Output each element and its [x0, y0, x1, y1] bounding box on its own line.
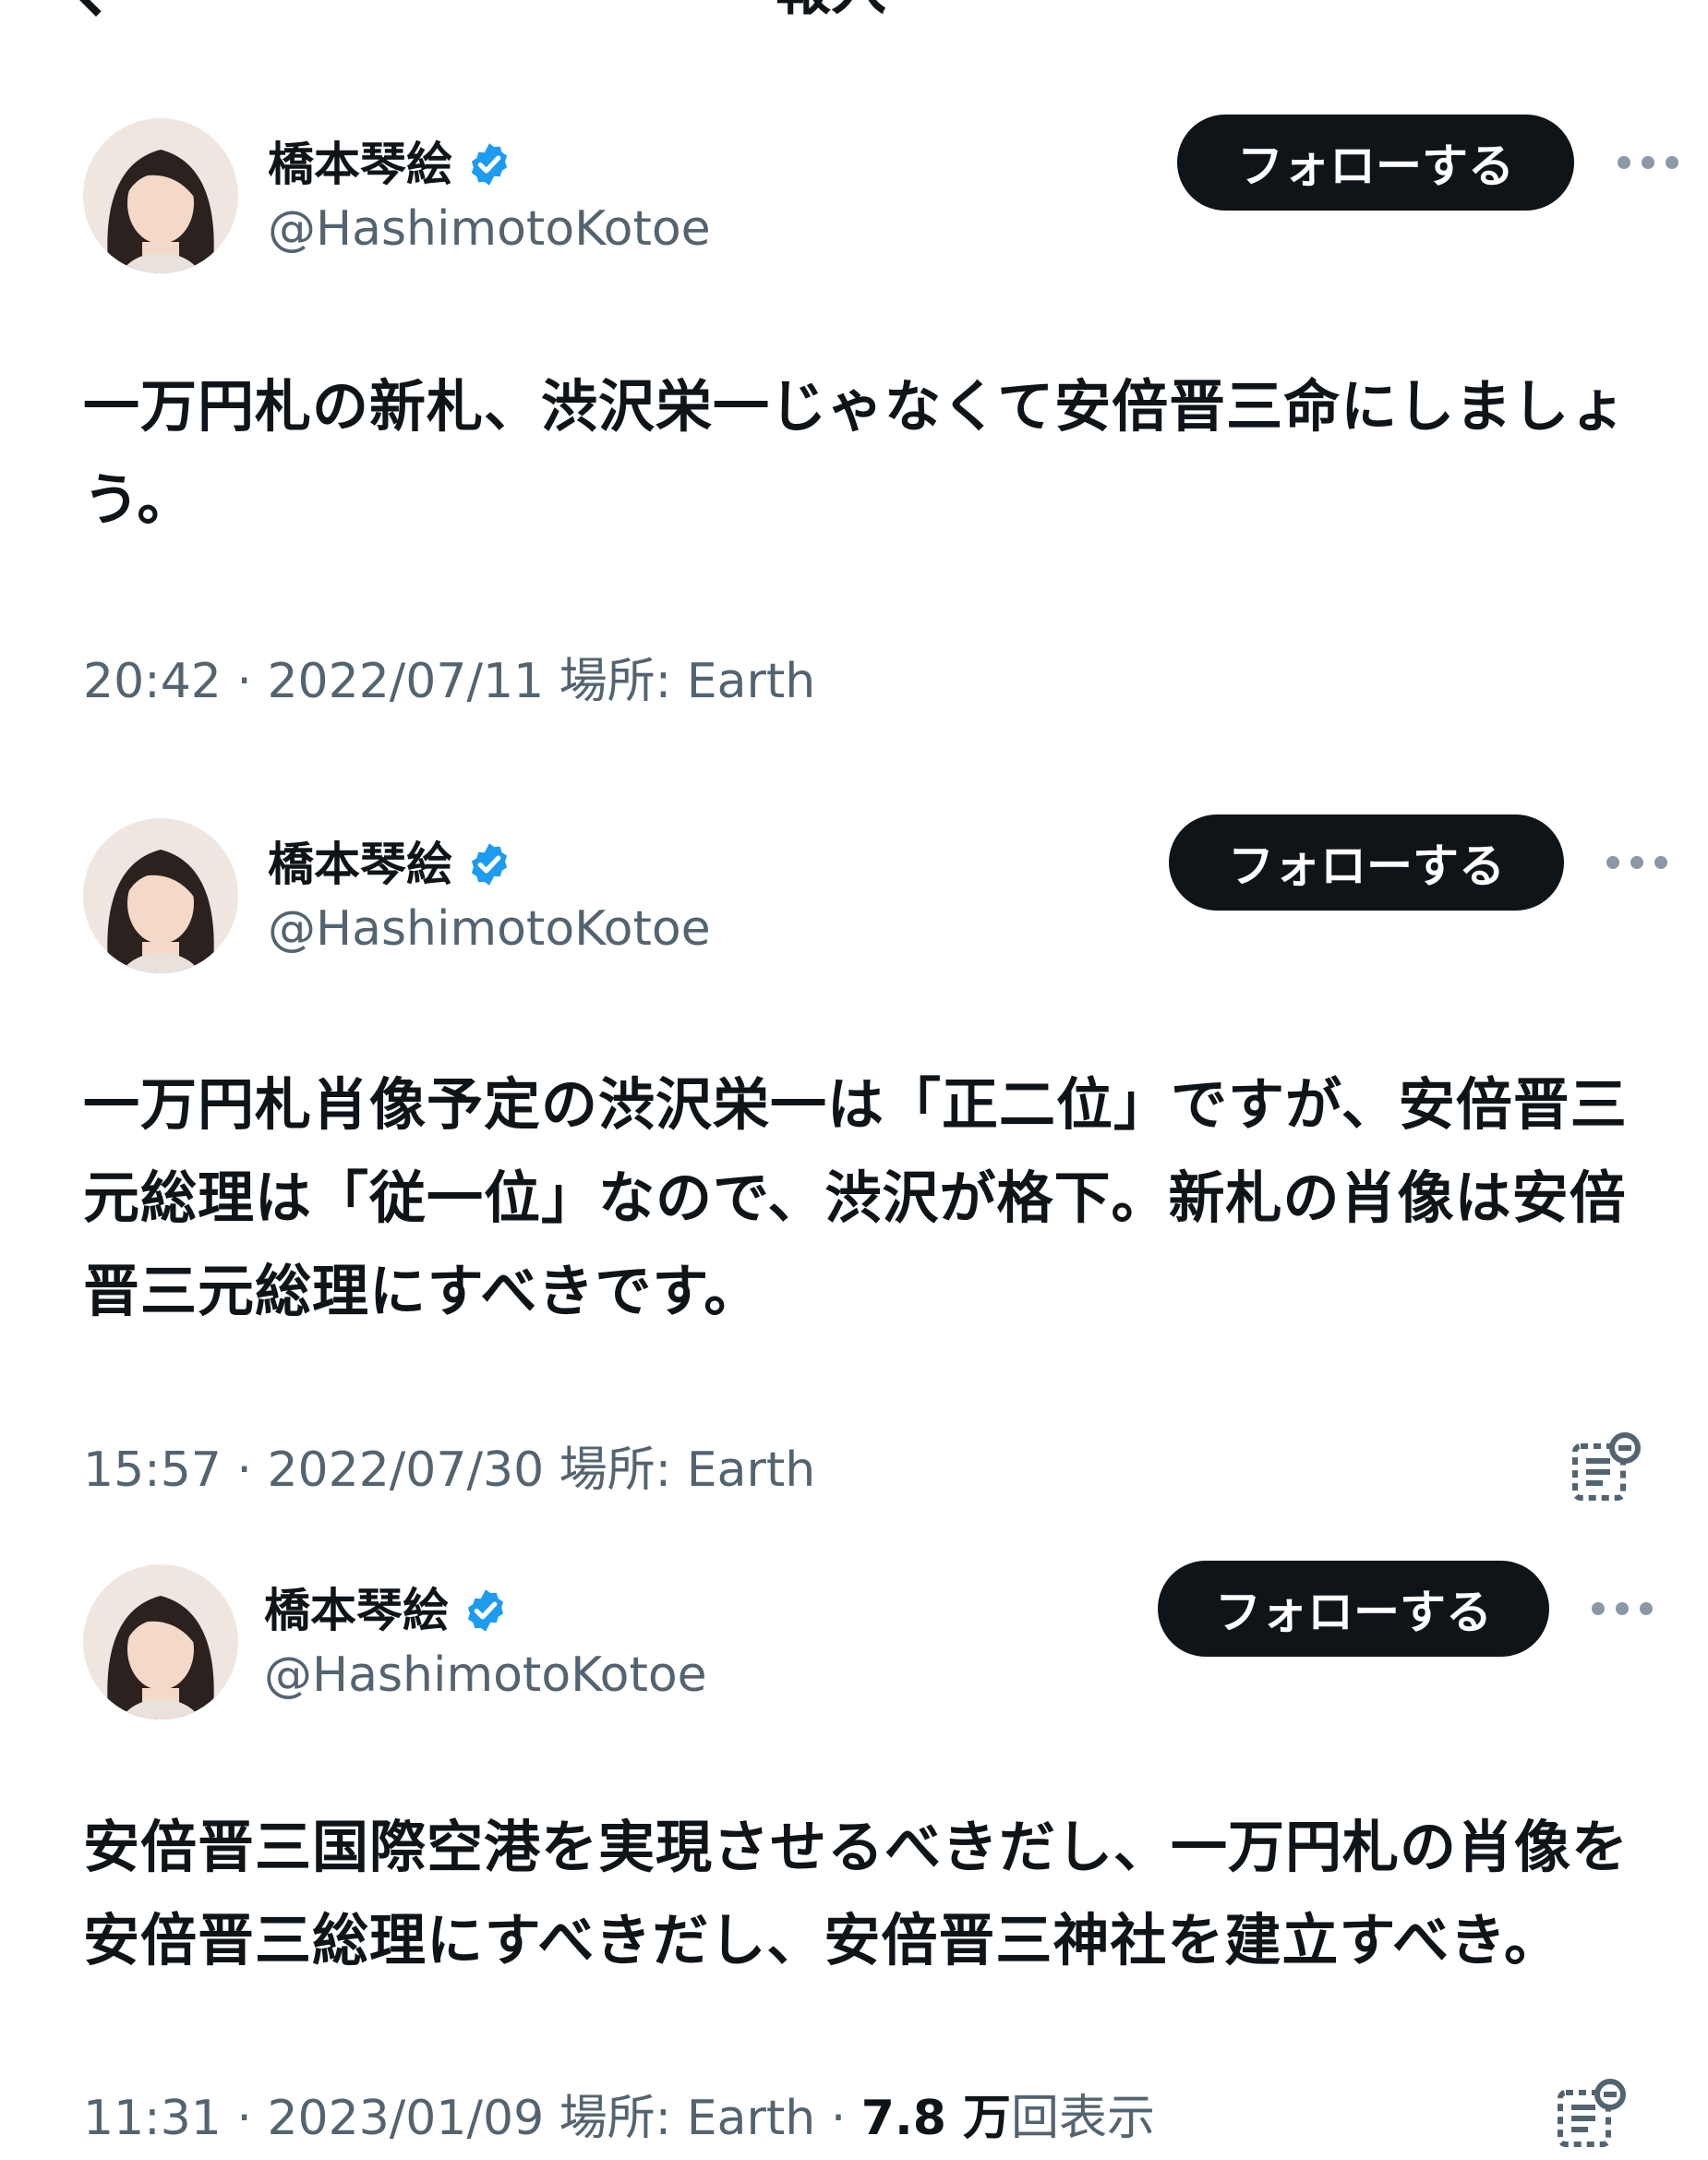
author-row: 橋本琴絵: [268, 135, 513, 194]
tweet-text-line: 安倍晋三国際空港を実現させるべきだし、一万円札の肖像を: [83, 1815, 1630, 1880]
verified-badge-icon: [471, 843, 508, 886]
tweet-meta[interactable]: 15:57 · 2022/07/30 場所: Earth: [83, 1441, 815, 1500]
more-options-icon[interactable]: [1606, 853, 1667, 872]
author-row: 橋本琴絵: [268, 835, 513, 894]
tweet-meta[interactable]: 11:31 · 2023/01/09 場所: Earth · 7.8 万回表示: [83, 2089, 1155, 2148]
tweet-text-line: 晋三元総理にすべきです。: [83, 1259, 762, 1324]
avatar[interactable]: [83, 1564, 238, 1720]
tweet-meta[interactable]: 20:42 · 2022/07/11 場所: Earth: [83, 652, 815, 711]
tweet-text: 安倍晋三国際空港を実現させるべきだし、一万円札の肖像を 安倍晋三総理にすべきだし…: [83, 1801, 1653, 1987]
verified-badge-icon: [467, 1589, 504, 1632]
author-name[interactable]: 橋本琴絵: [268, 835, 452, 894]
more-options-icon[interactable]: [1592, 1599, 1653, 1618]
avatar-image: [83, 818, 238, 973]
header-title: 報入: [776, 0, 886, 18]
view-count-label: 回表示: [1011, 2091, 1156, 2146]
tweet-text-line: う。: [83, 467, 195, 533]
more-options-icon[interactable]: [1618, 153, 1678, 172]
author-handle[interactable]: @HashimotoKotoe: [268, 899, 711, 959]
avatar-image: [83, 118, 238, 273]
verified-badge-icon: [471, 143, 508, 186]
tweet-text: 一万円札肖像予定の渋沢栄一は「正二位」ですが、安倍晋三 元総理は「従一位」なので…: [83, 1058, 1653, 1338]
author-name[interactable]: 橋本琴絵: [268, 135, 452, 194]
top-header: 報入: [0, 0, 1708, 18]
tweet-text: 一万円札の新札、渋沢栄一じゃなくて安倍晋三命にしましょ う。: [83, 360, 1653, 547]
community-note-icon[interactable]: [1570, 1431, 1643, 1505]
tweet-text-line: 元総理は「従一位」なので、渋沢が格下。新札の肖像は安倍: [83, 1165, 1627, 1231]
avatar[interactable]: [83, 818, 238, 973]
tweet-text-line: 一万円札肖像予定の渋沢栄一は「正二位」ですが、安倍晋三: [83, 1072, 1628, 1138]
chevron-left-icon[interactable]: [65, 0, 127, 17]
follow-button[interactable]: フォローする: [1158, 1561, 1549, 1657]
avatar-image: [83, 1564, 238, 1720]
author-handle[interactable]: @HashimotoKotoe: [268, 199, 711, 259]
follow-button[interactable]: フォローする: [1169, 815, 1564, 911]
author-handle[interactable]: @HashimotoKotoe: [264, 1646, 707, 1705]
author-row: 橋本琴絵: [264, 1581, 510, 1640]
tweet-meta-datetime: 11:31 · 2023/01/09 場所: Earth ·: [83, 2091, 861, 2146]
view-count: 7.8 万: [860, 2091, 1012, 2146]
tweet-text-line: 安倍晋三総理にすべきだし、安倍晋三神社を建立すべき。: [83, 1908, 1562, 1973]
community-note-icon[interactable]: [1555, 2078, 1629, 2152]
tweet-text-line: 一万円札の新札、渋沢栄一じゃなくて安倍晋三命にしましょ: [83, 374, 1628, 440]
avatar[interactable]: [83, 118, 238, 273]
author-name[interactable]: 橋本琴絵: [264, 1581, 449, 1640]
follow-button[interactable]: フォローする: [1177, 115, 1574, 211]
